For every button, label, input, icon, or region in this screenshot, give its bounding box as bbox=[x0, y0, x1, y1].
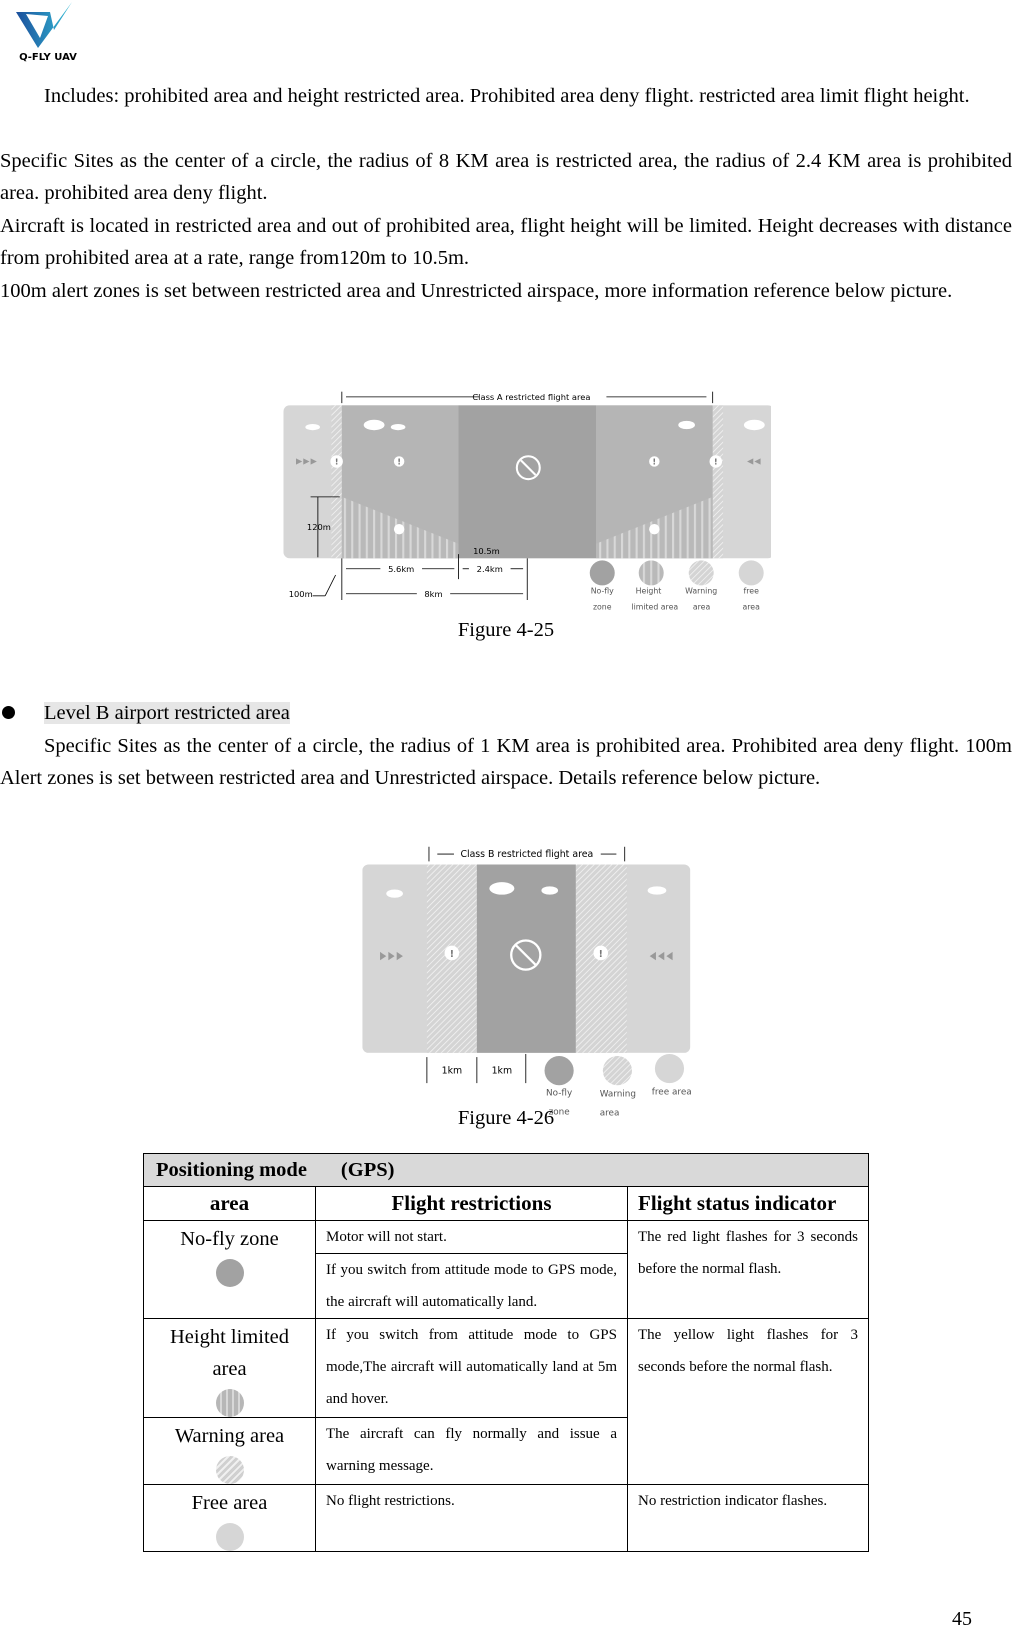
figure-class-a-diagram: !!!! Class A restricted flight area 120m… bbox=[283, 391, 771, 611]
legend-label: area bbox=[743, 602, 761, 611]
figure-class-b-diagram: !! Class B restricted flight area 1km 1k… bbox=[362, 846, 692, 1118]
legend-no-fly-swatch bbox=[544, 1056, 574, 1086]
column-header: area bbox=[143, 1186, 316, 1221]
label-5-6km: 5.6km bbox=[388, 564, 414, 574]
area-name: No-fly zone bbox=[180, 1228, 279, 1250]
legend-label: Warning bbox=[685, 587, 717, 596]
label-1km: 1km bbox=[442, 1066, 463, 1077]
label-1km: 1km bbox=[492, 1066, 512, 1077]
legend-free-swatch bbox=[738, 560, 764, 586]
legend-free-swatch bbox=[654, 1053, 685, 1084]
legend-warning-swatch bbox=[602, 1056, 632, 1086]
figure-caption: Figure 4-26 bbox=[457, 1107, 555, 1129]
no-fly-zone bbox=[458, 405, 596, 559]
column-header: Flight status indicator bbox=[627, 1186, 869, 1221]
section-heading: Level B airport restricted area bbox=[44, 697, 290, 729]
legend-height-limited-swatch bbox=[638, 560, 664, 586]
svg-text:!: ! bbox=[397, 457, 401, 467]
label-8km: 8km bbox=[424, 589, 442, 599]
page-number: 45 bbox=[952, 1608, 972, 1630]
label-120m: 120m bbox=[307, 522, 331, 532]
figure-caption: Figure 4-25 bbox=[457, 619, 555, 641]
legend-label: area bbox=[693, 602, 711, 611]
indicator-cell: No restriction indicator flashes. bbox=[627, 1484, 869, 1552]
legend-warning-swatch bbox=[688, 560, 714, 586]
area-name: Free area bbox=[191, 1492, 268, 1514]
label-2-4km: 2.4km bbox=[477, 564, 503, 574]
legend-label: limited area bbox=[631, 602, 678, 611]
svg-text:!: ! bbox=[652, 457, 656, 467]
label-10-5m: 10.5m bbox=[473, 546, 500, 556]
restriction-cell: The aircraft can fly normally and issue … bbox=[315, 1417, 628, 1485]
paragraph-prohibited-intro: Includes: prohibited area and height res… bbox=[44, 85, 970, 107]
table-title: Positioning mode (GPS) bbox=[143, 1153, 869, 1187]
restriction-cell: If you switch from attitude mode to GPS … bbox=[315, 1318, 628, 1418]
paragraph-level-b: Specific Sites as the center of a circle… bbox=[0, 735, 1012, 790]
svg-text:!: ! bbox=[599, 949, 603, 960]
legend-no-fly-swatch bbox=[589, 560, 615, 586]
figure-a-title: Class A restricted flight area bbox=[472, 392, 590, 402]
no-fly-swatch bbox=[215, 1259, 244, 1287]
q-fly-uav-logo: Q-FLY UAV bbox=[16, 2, 77, 63]
svg-text:!: ! bbox=[450, 949, 454, 960]
table-row: Height limited area If you switch from a… bbox=[143, 1318, 869, 1485]
area-name: Warning area bbox=[174, 1425, 285, 1447]
paragraph-alert-zone: 100m alert zones is set between restrict… bbox=[0, 280, 953, 302]
restriction-cell: Motor will not start. bbox=[315, 1220, 628, 1254]
legend-label: free area bbox=[652, 1088, 692, 1098]
bullet-icon bbox=[2, 706, 15, 719]
legend-label: zone bbox=[593, 602, 612, 611]
figure-b-title: Class B restricted flight area bbox=[460, 849, 593, 860]
svg-text:Q-FLY UAV: Q-FLY UAV bbox=[19, 52, 77, 63]
legend-label: No-fly bbox=[546, 1089, 572, 1099]
legend-label: free bbox=[744, 587, 760, 596]
height-limited-swatch bbox=[215, 1389, 244, 1417]
warning-zone bbox=[331, 405, 342, 559]
section-heading-text: Level B airport restricted area bbox=[44, 702, 290, 724]
legend-label: Height bbox=[636, 587, 662, 596]
positioning-mode-table: Positioning mode (GPS) area Flight restri… bbox=[143, 1153, 869, 1552]
table-row: Free area No flight restrictions. No res… bbox=[143, 1484, 869, 1552]
warning-zone bbox=[712, 405, 724, 559]
svg-text:!: ! bbox=[335, 457, 339, 467]
indicator-cell: The red light flashes for 3 seconds befo… bbox=[627, 1220, 869, 1319]
restriction-cell: No flight restrictions. bbox=[315, 1484, 628, 1552]
paragraph-height-limit: Aircraft is located in restricted area a… bbox=[0, 215, 1012, 270]
column-header: Flight restrictions bbox=[315, 1186, 628, 1221]
area-name: Height limited area bbox=[170, 1326, 289, 1380]
paragraph-radius: Specific Sites as the center of a circle… bbox=[0, 150, 1012, 205]
free-area-swatch bbox=[215, 1523, 244, 1551]
label-100m: 100m bbox=[289, 589, 313, 599]
legend-label: Warning bbox=[600, 1090, 636, 1100]
indicator-cell: The yellow light flashes for 3 seconds b… bbox=[627, 1318, 869, 1485]
legend-label: No-fly bbox=[591, 587, 614, 596]
restriction-cell: If you switch from attitude mode to GPS … bbox=[315, 1253, 628, 1319]
svg-text:!: ! bbox=[714, 457, 718, 467]
table-row: No-fly zone Motor will not start. The re… bbox=[143, 1220, 869, 1319]
no-fly-zone bbox=[476, 864, 576, 1053]
warning-swatch bbox=[215, 1456, 244, 1484]
